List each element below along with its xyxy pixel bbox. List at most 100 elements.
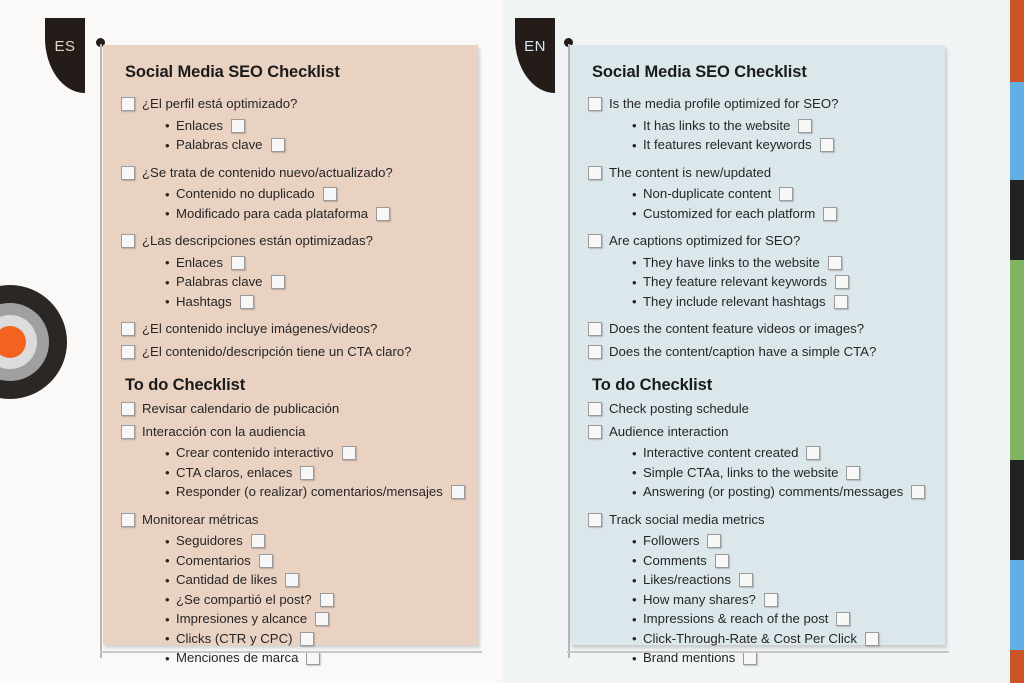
checklist-subitem[interactable]: • Likes/reactions <box>632 572 927 589</box>
checkbox[interactable] <box>833 294 848 309</box>
checkbox[interactable] <box>588 234 602 249</box>
checkbox[interactable] <box>230 118 245 133</box>
checklist-item[interactable]: Check posting schedule <box>588 401 927 418</box>
checkbox[interactable] <box>865 631 879 646</box>
checklist-item[interactable]: Track social media metrics <box>588 512 927 529</box>
checklist-item[interactable]: Monitorear métricas <box>121 512 460 529</box>
checklist-subitem[interactable]: • CTA claros, enlaces <box>165 465 460 482</box>
checkbox[interactable] <box>121 344 135 359</box>
checkbox[interactable] <box>450 485 465 500</box>
checkbox[interactable] <box>376 206 391 221</box>
checklist-item[interactable]: The content is new/updated <box>588 165 927 182</box>
checkbox[interactable] <box>588 344 602 359</box>
checklist-item[interactable]: ¿Las descripciones están optimizadas? <box>121 233 460 250</box>
checkbox[interactable] <box>300 465 315 480</box>
checklist-subitem[interactable]: • ¿Se compartió el post? <box>165 592 460 609</box>
checklist-item[interactable]: ¿El contenido/descripción tiene un CTA c… <box>121 344 460 361</box>
checkbox[interactable] <box>121 402 135 417</box>
checkbox[interactable] <box>588 402 602 417</box>
checklist-subitem[interactable]: • Responder (o realizar) comentarios/mens… <box>165 484 465 501</box>
checklist-subitem[interactable]: • How many shares? <box>632 592 927 609</box>
checkbox[interactable] <box>806 446 821 461</box>
checklist-subitem[interactable]: • Palabras clave <box>165 274 460 291</box>
checklist-item[interactable]: Does the content feature videos or image… <box>588 321 927 338</box>
checkbox[interactable] <box>121 512 135 527</box>
checklist-item[interactable]: Is the media profile optimized for SEO? <box>588 96 927 113</box>
checklist-item[interactable]: Audience interaction <box>588 424 927 441</box>
checklist-subitem[interactable]: • Interactive content created <box>632 445 927 462</box>
checkbox[interactable] <box>250 534 265 549</box>
checklist-subitem[interactable]: • Clicks (CTR y CPC) <box>165 631 460 648</box>
checklist-subitem[interactable]: • Seguidores <box>165 533 460 550</box>
checklist-subitem[interactable]: • Impresiones y alcance <box>165 611 460 628</box>
checkbox[interactable] <box>779 187 794 202</box>
checkbox[interactable] <box>911 485 926 500</box>
checklist-subitem[interactable]: • Answering (or posting) comments/message… <box>632 484 927 501</box>
checkbox[interactable] <box>121 97 135 112</box>
checklist-subitem[interactable]: • Customized for each platform <box>632 206 927 223</box>
checkbox[interactable] <box>588 165 602 180</box>
checklist-item[interactable]: Revisar calendario de publicación <box>121 401 460 418</box>
checkbox[interactable] <box>588 97 602 112</box>
checklist-subitem[interactable]: • It has links to the website <box>632 118 927 135</box>
checklist-subitem[interactable]: • Impressions & reach of the post <box>632 611 927 628</box>
checkbox[interactable] <box>827 255 842 270</box>
checkbox[interactable] <box>823 206 838 221</box>
checkbox[interactable] <box>798 118 813 133</box>
checklist-subitem[interactable]: • Crear contenido interactivo <box>165 445 460 462</box>
checklist-subitem[interactable]: • Followers <box>632 533 927 550</box>
checkbox[interactable] <box>707 534 722 549</box>
checkbox[interactable] <box>819 138 834 153</box>
checklist-item[interactable]: Does the content/caption have a simple C… <box>588 344 927 361</box>
checkbox[interactable] <box>121 234 135 249</box>
checkbox[interactable] <box>300 631 315 646</box>
checklist-subitem[interactable]: • Cantidad de likes <box>165 572 460 589</box>
checklist-subitem[interactable]: • Modificado para cada plataforma <box>165 206 460 223</box>
checklist-subitem[interactable]: • Comments <box>632 553 927 570</box>
checklist-subitem[interactable]: • Contenido no duplicado <box>165 186 460 203</box>
checklist-item[interactable]: Interacción con la audiencia <box>121 424 460 441</box>
checklist-item[interactable]: ¿Se trata de contenido nuevo/actualizado… <box>121 165 460 182</box>
checkbox[interactable] <box>763 592 778 607</box>
checklist-item[interactable]: ¿El perfil está optimizado? <box>121 96 460 113</box>
checkbox[interactable] <box>270 138 285 153</box>
checkbox[interactable] <box>315 612 330 627</box>
checklist-subitem[interactable]: • Comentarios <box>165 553 460 570</box>
checkbox[interactable] <box>121 424 135 439</box>
checkbox[interactable] <box>743 651 758 666</box>
checklist-subitem[interactable]: • Palabras clave <box>165 137 460 154</box>
checklist-subitem[interactable]: • Click-Through-Rate & Cost Per Click <box>632 631 927 648</box>
checklist-subitem[interactable]: • It features relevant keywords <box>632 137 927 154</box>
checkbox[interactable] <box>285 573 300 588</box>
checkbox[interactable] <box>714 553 729 568</box>
checkbox[interactable] <box>306 651 321 666</box>
checkbox[interactable] <box>588 322 602 337</box>
checklist-item-label: Revisar calendario de publicación <box>142 401 340 416</box>
checklist-subitem[interactable]: • Simple CTAa, links to the website <box>632 465 927 482</box>
checkbox[interactable] <box>121 322 135 337</box>
checklist-subitem[interactable]: • They include relevant hashtags <box>632 294 927 311</box>
checkbox[interactable] <box>258 553 273 568</box>
checklist-subitem[interactable]: • They have links to the website <box>632 255 927 272</box>
checkbox[interactable] <box>834 275 849 290</box>
logo-ring-outer <box>0 303 49 381</box>
checklist-item[interactable]: Are captions optimized for SEO? <box>588 233 927 250</box>
checklist-subitem[interactable]: • Non-duplicate content <box>632 186 927 203</box>
checkbox[interactable] <box>121 165 135 180</box>
checklist-subitem[interactable]: • Enlaces <box>165 255 460 272</box>
checkbox[interactable] <box>588 424 602 439</box>
checklist-subitem[interactable]: • Hashtags <box>165 294 460 311</box>
checklist-item[interactable]: ¿El contenido incluye imágenes/videos? <box>121 321 460 338</box>
checkbox[interactable] <box>270 275 285 290</box>
checklist-subitem[interactable]: • They feature relevant keywords <box>632 274 927 291</box>
checkbox[interactable] <box>846 465 861 480</box>
checklist-subitem[interactable]: • Enlaces <box>165 118 460 135</box>
checkbox[interactable] <box>322 187 337 202</box>
checkbox[interactable] <box>588 512 602 527</box>
checkbox[interactable] <box>239 294 254 309</box>
checkbox[interactable] <box>341 446 356 461</box>
checkbox[interactable] <box>836 612 851 627</box>
checkbox[interactable] <box>738 573 753 588</box>
checkbox[interactable] <box>230 255 245 270</box>
checkbox[interactable] <box>319 592 334 607</box>
